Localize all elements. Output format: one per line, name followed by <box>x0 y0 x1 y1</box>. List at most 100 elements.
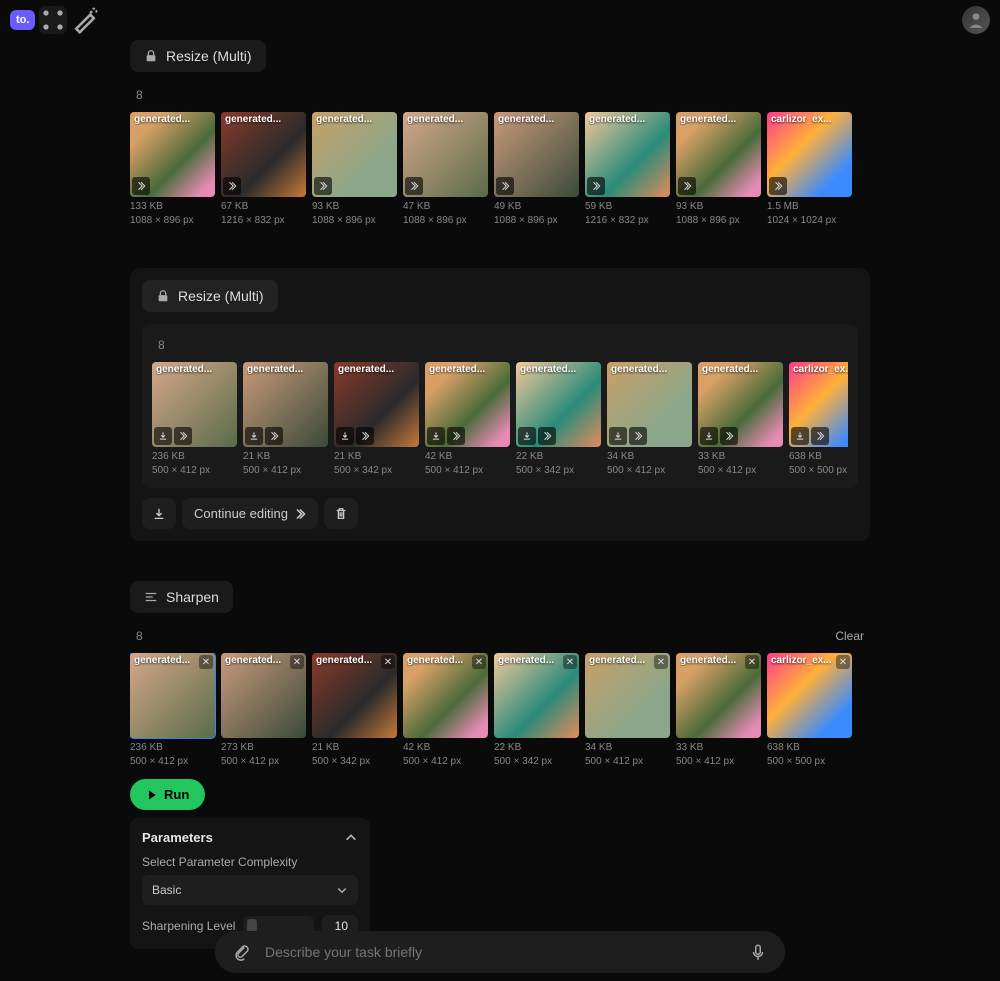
thumbnail: generated... ✕ 236 KB 500 × 412 px <box>130 653 215 769</box>
section-header[interactable]: Sharpen <box>130 581 233 613</box>
thumbnail: generated... ✕ 42 KB 500 × 412 px <box>403 653 488 769</box>
dimensions: 500 × 412 px <box>130 755 215 769</box>
file-size: 59 KB <box>585 200 670 214</box>
thumbnail-image[interactable]: carlizor_ex... ✕ <box>767 653 852 738</box>
remove-button[interactable]: ✕ <box>381 655 395 669</box>
remove-button[interactable]: ✕ <box>290 655 304 669</box>
run-button[interactable]: Run <box>130 779 205 810</box>
thumbnail-image[interactable]: generated... ✕ <box>312 653 397 738</box>
wand-icon[interactable] <box>71 6 99 34</box>
thumbnail-image[interactable]: generated... <box>516 362 601 447</box>
thumbnail-image[interactable]: generated... ✕ <box>676 653 761 738</box>
dimensions: 500 × 412 px <box>403 755 488 769</box>
file-size: 42 KB <box>403 741 488 755</box>
expand-button[interactable] <box>538 427 556 445</box>
download-button[interactable] <box>336 427 354 445</box>
dimensions: 1024 × 1024 px <box>767 214 852 228</box>
thumbnail-image[interactable]: generated... <box>403 112 488 197</box>
clear-button[interactable]: Clear <box>835 629 864 643</box>
thumbnail-name: generated... <box>338 364 415 375</box>
thumbnail: carlizor_ex... 638 KB 500 × 500 px <box>789 362 848 478</box>
grid-icon[interactable] <box>39 6 67 34</box>
expand-button[interactable] <box>356 427 374 445</box>
thumbnail-image[interactable]: generated... <box>334 362 419 447</box>
thumbnail: generated... ✕ 22 KB 500 × 342 px <box>494 653 579 769</box>
download-all-button[interactable] <box>142 498 176 529</box>
thumbnail-image[interactable]: generated... <box>130 112 215 197</box>
expand-button[interactable] <box>678 177 696 195</box>
expand-button[interactable] <box>223 177 241 195</box>
expand-button[interactable] <box>447 427 465 445</box>
prompt-bar <box>215 931 785 973</box>
expand-button[interactable] <box>265 427 283 445</box>
dimensions: 1216 × 832 px <box>585 214 670 228</box>
expand-button[interactable] <box>314 177 332 195</box>
expand-button[interactable] <box>405 177 423 195</box>
download-button[interactable] <box>609 427 627 445</box>
download-button[interactable] <box>791 427 809 445</box>
user-avatar[interactable] <box>962 6 990 34</box>
thumbnail-image[interactable]: carlizor_ex... <box>767 112 852 197</box>
download-button[interactable] <box>154 427 172 445</box>
item-count: 8 <box>158 338 165 352</box>
app-logo[interactable]: to. <box>10 10 35 30</box>
continue-editing-button[interactable]: Continue editing <box>182 498 318 529</box>
thumbnail-image[interactable]: generated... <box>676 112 761 197</box>
download-button[interactable] <box>518 427 536 445</box>
thumbnail-image[interactable]: generated... <box>312 112 397 197</box>
dimensions: 1088 × 896 px <box>676 214 761 228</box>
section-title: Sharpen <box>166 589 219 605</box>
expand-button[interactable] <box>720 427 738 445</box>
thumbnail-image[interactable]: generated... <box>152 362 237 447</box>
thumbnail-image[interactable]: generated... <box>698 362 783 447</box>
expand-button[interactable] <box>811 427 829 445</box>
thumbnail-image[interactable]: generated... <box>425 362 510 447</box>
remove-button[interactable]: ✕ <box>199 655 213 669</box>
thumbnail-image[interactable]: generated... ✕ <box>585 653 670 738</box>
file-size: 34 KB <box>607 450 692 464</box>
remove-button[interactable]: ✕ <box>563 655 577 669</box>
prompt-input[interactable] <box>265 944 735 960</box>
thumbnail-image[interactable]: generated... ✕ <box>494 653 579 738</box>
download-icon <box>152 507 166 521</box>
thumbnail-name: generated... <box>498 114 575 125</box>
thumbnail-image[interactable]: generated... <box>494 112 579 197</box>
thumbnail-image[interactable]: generated... <box>585 112 670 197</box>
expand-button[interactable] <box>132 177 150 195</box>
item-count: 8 <box>136 88 143 102</box>
chevron-up-icon[interactable] <box>344 831 358 845</box>
thumbnail-image[interactable]: generated... ✕ <box>130 653 215 738</box>
attach-icon[interactable] <box>231 941 253 963</box>
thumbnail-name: generated... <box>680 114 757 125</box>
thumbnail-image[interactable]: generated... <box>607 362 692 447</box>
complexity-select[interactable]: Basic <box>142 875 358 905</box>
expand-button[interactable] <box>587 177 605 195</box>
expand-button[interactable] <box>769 177 787 195</box>
delete-button[interactable] <box>324 498 358 529</box>
section-header[interactable]: Resize (Multi) <box>142 280 278 312</box>
expand-button[interactable] <box>496 177 514 195</box>
remove-button[interactable]: ✕ <box>472 655 486 669</box>
dimensions: 1216 × 832 px <box>221 214 306 228</box>
section-header[interactable]: Resize (Multi) <box>130 40 266 72</box>
expand-button[interactable] <box>629 427 647 445</box>
download-button[interactable] <box>427 427 445 445</box>
thumbnail-image[interactable]: generated... <box>221 112 306 197</box>
download-button[interactable] <box>245 427 263 445</box>
item-count: 8 <box>136 629 143 643</box>
thumbnail: generated... 236 KB 500 × 412 px <box>152 362 237 478</box>
remove-button[interactable]: ✕ <box>745 655 759 669</box>
file-size: 47 KB <box>403 200 488 214</box>
expand-button[interactable] <box>174 427 192 445</box>
file-size: 22 KB <box>516 450 601 464</box>
thumbnail-image[interactable]: generated... ✕ <box>403 653 488 738</box>
thumbnail-image[interactable]: generated... ✕ <box>221 653 306 738</box>
download-button[interactable] <box>700 427 718 445</box>
thumbnail-image[interactable]: generated... <box>243 362 328 447</box>
remove-button[interactable]: ✕ <box>654 655 668 669</box>
mic-icon[interactable] <box>747 941 769 963</box>
file-size: 33 KB <box>676 741 761 755</box>
thumbnail-image[interactable]: carlizor_ex... <box>789 362 848 447</box>
parameters-panel: Parameters Select Parameter Complexity B… <box>130 818 370 949</box>
remove-button[interactable]: ✕ <box>836 655 850 669</box>
